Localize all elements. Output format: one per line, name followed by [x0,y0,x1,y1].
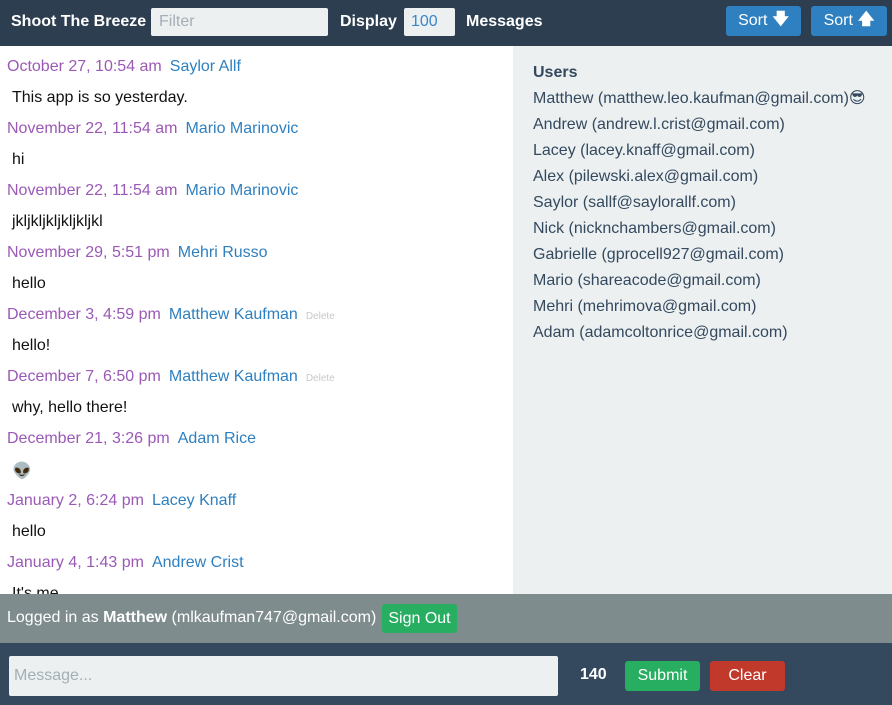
delete-message-link[interactable]: Delete [306,373,335,384]
user-item[interactable]: Nick (nicknchambers@gmail.com) [533,220,866,246]
message-date: November 22, 11:54 am [7,120,178,137]
message-text: This app is so yesterday. [12,89,188,106]
message-date: December 21, 3:26 pm [7,430,170,447]
login-status-bar: Logged in as Matthew (mlkaufman747@gmail… [0,594,892,643]
display-count-input[interactable] [404,8,455,36]
user-item[interactable]: Mehri (mehrimova@gmail.com) [533,298,866,324]
user-item[interactable]: Alex (pilewski.alex@gmail.com) [533,168,866,194]
message-date: December 7, 6:50 pm [7,368,161,385]
message-date: January 2, 6:24 pm [7,492,144,509]
arrow-down-icon: 🡇 [772,10,789,28]
message-item: December 3, 4:59 pm Matthew Kaufman Delete… [0,294,513,356]
message-item: January 2, 6:24 pm Lacey Knaff hello [0,480,513,542]
message-item: November 22, 11:54 am Mario Marinovic hi [0,108,513,170]
arrow-up-icon: 🡅 [857,10,875,28]
message-author: Mario Marinovic [185,182,299,199]
sign-out-button[interactable]: Sign Out [382,604,457,633]
message-author: Adam Rice [177,430,256,447]
message-text: jkljkljkljkljkljkl [12,213,103,230]
users-title: Users [533,64,578,81]
user-item[interactable]: Mario (shareacode@gmail.com) [533,272,866,298]
message-text: hi [12,151,25,168]
message-text: hello! [12,337,51,354]
message-text: 👽 [12,463,32,480]
message-author: Matthew Kaufman [168,306,298,323]
users-panel: Users Matthew (matthew.leo.kaufman@gmail… [513,46,892,594]
message-list[interactable]: October 27, 10:54 am Saylor Allf This app… [0,46,513,594]
message-author: Andrew Crist [151,554,244,571]
messages-label: Messages [466,13,543,30]
message-text: It's me [12,585,59,594]
message-item: November 22, 11:54 am Mario Marinovic jkl… [0,170,513,232]
user-item[interactable]: Matthew (matthew.leo.kaufman@gmail.com)😎 [533,90,866,116]
users-list: Matthew (matthew.leo.kaufman@gmail.com)😎… [533,90,866,350]
logged-in-user-email: (mlkaufman747@gmail.com) [171,609,377,626]
login-prefix: Logged in as [7,609,99,626]
top-bar: Shoot The Breeze Display Messages Sort 🡇… [0,0,892,46]
message-date: January 4, 1:43 pm [7,554,144,571]
message-item: November 29, 5:51 pm Mehri Russo hello [0,232,513,294]
message-text: why, hello there! [12,399,128,416]
message-author: Mehri Russo [177,244,268,261]
message-input[interactable] [9,656,558,696]
message-item: December 21, 3:26 pm Adam Rice 👽 [0,418,513,480]
user-item[interactable]: Adam (adamcoltonrice@gmail.com) [533,324,866,350]
submit-button[interactable]: Submit [625,661,700,691]
login-status: Logged in as Matthew (mlkaufman747@gmail… [7,609,376,627]
app-title: Shoot The Breeze [11,13,147,30]
message-text: hello [12,523,46,540]
message-text: hello [12,275,46,292]
message-composer: 140 Submit Clear [0,643,892,705]
message-author: Matthew Kaufman [168,368,298,385]
sort-ascending-button[interactable]: Sort 🡅 [811,6,887,36]
delete-message-link[interactable]: Delete [306,311,335,322]
message-item: October 27, 10:54 am Saylor Allf This app… [0,46,513,108]
message-author: Lacey Knaff [151,492,237,509]
character-counter: 140 [580,666,607,683]
message-item: December 7, 6:50 pm Matthew Kaufman Delete… [0,356,513,418]
sort-descending-button[interactable]: Sort 🡇 [726,6,801,36]
message-author: Saylor Allf [169,58,241,75]
clear-button[interactable]: Clear [710,661,785,691]
display-label: Display [340,13,397,30]
message-date: December 3, 4:59 pm [7,306,161,323]
message-date: November 29, 5:51 pm [7,244,170,261]
message-author: Mario Marinovic [185,120,299,137]
user-item[interactable]: Andrew (andrew.l.crist@gmail.com) [533,116,866,142]
message-date: November 22, 11:54 am [7,182,178,199]
message-date: October 27, 10:54 am [7,58,162,75]
user-item[interactable]: Lacey (lacey.knaff@gmail.com) [533,142,866,168]
user-item[interactable]: Gabrielle (gprocell927@gmail.com) [533,246,866,272]
user-item[interactable]: Saylor (sallf@saylorallf.com) [533,194,866,220]
logged-in-user-name: Matthew [103,609,168,626]
sort-label: Sort [823,12,853,29]
message-item: January 4, 1:43 pm Andrew Crist It's me [0,542,513,594]
sort-label: Sort [738,12,768,29]
filter-input[interactable] [151,8,328,36]
